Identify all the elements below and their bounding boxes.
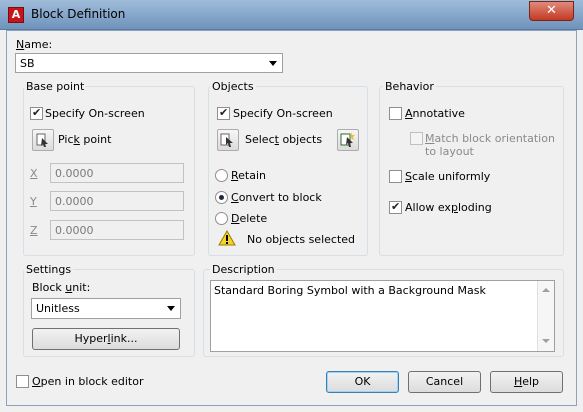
- block-unit-value: Unitless: [36, 302, 80, 315]
- base-point-title: Base point: [24, 80, 87, 93]
- match-orientation-checkbox[interactable]: [410, 132, 423, 145]
- allow-exploding-label: Allow exploding: [405, 201, 492, 214]
- objects-title: Objects: [210, 80, 256, 93]
- chevron-down-icon: [269, 61, 277, 66]
- block-unit-label: Block unit:: [32, 281, 91, 294]
- convert-to-block-label: Convert to block: [231, 191, 322, 204]
- select-objects-button[interactable]: [217, 129, 239, 151]
- match-orientation-label: Match block orientation to layout: [425, 132, 555, 158]
- base-point-specify-checkbox[interactable]: [30, 106, 43, 120]
- description-textarea[interactable]: Standard Boring Symbol with a Background…: [210, 280, 555, 352]
- title-bar: A Block Definition ✕: [0, 0, 583, 30]
- retain-label: Retain: [231, 169, 267, 182]
- name-value: SB: [20, 57, 35, 70]
- description-scrollbar[interactable]: [537, 281, 554, 351]
- ok-button[interactable]: OK: [326, 371, 399, 393]
- delete-label: Delete: [231, 212, 268, 225]
- name-combobox[interactable]: SB: [15, 53, 283, 73]
- pick-point-button[interactable]: [32, 129, 54, 151]
- pick-point-label: Pick point: [58, 133, 112, 146]
- x-label: X: [30, 167, 38, 180]
- hyperlink-button[interactable]: Hyperlink...: [32, 328, 180, 350]
- retain-radio[interactable]: [215, 169, 228, 182]
- behavior-title: Behavior: [383, 80, 436, 93]
- autocad-logo-icon: A: [8, 7, 24, 23]
- quick-select-button[interactable]: [337, 129, 359, 151]
- help-button[interactable]: Help: [490, 371, 563, 393]
- scroll-down-icon[interactable]: [542, 339, 550, 343]
- close-button[interactable]: ✕: [529, 1, 574, 21]
- objects-specify-checkbox[interactable]: [217, 106, 230, 120]
- x-input[interactable]: 0.0000: [50, 163, 184, 183]
- annotative-checkbox[interactable]: [389, 107, 402, 120]
- objects-specify-label: Specify On-screen: [233, 107, 333, 120]
- scale-uniformly-label: Scale uniformly: [405, 170, 491, 183]
- annotative-label: Annotative: [405, 107, 465, 120]
- convert-to-block-radio[interactable]: [215, 191, 228, 204]
- y-label: Y: [30, 195, 37, 208]
- scroll-up-icon[interactable]: [542, 288, 550, 292]
- delete-radio[interactable]: [215, 212, 228, 225]
- no-objects-status: No objects selected: [247, 233, 356, 246]
- select-objects-icon: [220, 133, 233, 147]
- z-label: Z: [30, 224, 38, 237]
- block-unit-select[interactable]: Unitless: [31, 298, 181, 319]
- description-text: Standard Boring Symbol with a Background…: [214, 284, 486, 297]
- open-in-block-editor-label: Open in block editor: [32, 375, 144, 388]
- open-in-block-editor-checkbox[interactable]: [16, 375, 29, 388]
- scale-uniformly-checkbox[interactable]: [389, 170, 402, 183]
- chevron-down-icon: [167, 306, 175, 311]
- z-input[interactable]: 0.0000: [50, 220, 184, 240]
- pick-point-icon: [36, 133, 48, 147]
- description-title: Description: [210, 263, 277, 276]
- base-point-specify-label: Specify On-screen: [45, 107, 145, 120]
- allow-exploding-checkbox[interactable]: [389, 200, 402, 214]
- name-label: Name:: [16, 38, 53, 51]
- window-title: Block Definition: [31, 7, 126, 21]
- y-input[interactable]: 0.0000: [50, 191, 184, 211]
- quick-select-icon: [340, 132, 355, 147]
- warning-icon: [218, 230, 236, 246]
- settings-title: Settings: [24, 263, 74, 276]
- select-objects-label: Select objects: [245, 133, 323, 146]
- cancel-button[interactable]: Cancel: [408, 371, 481, 393]
